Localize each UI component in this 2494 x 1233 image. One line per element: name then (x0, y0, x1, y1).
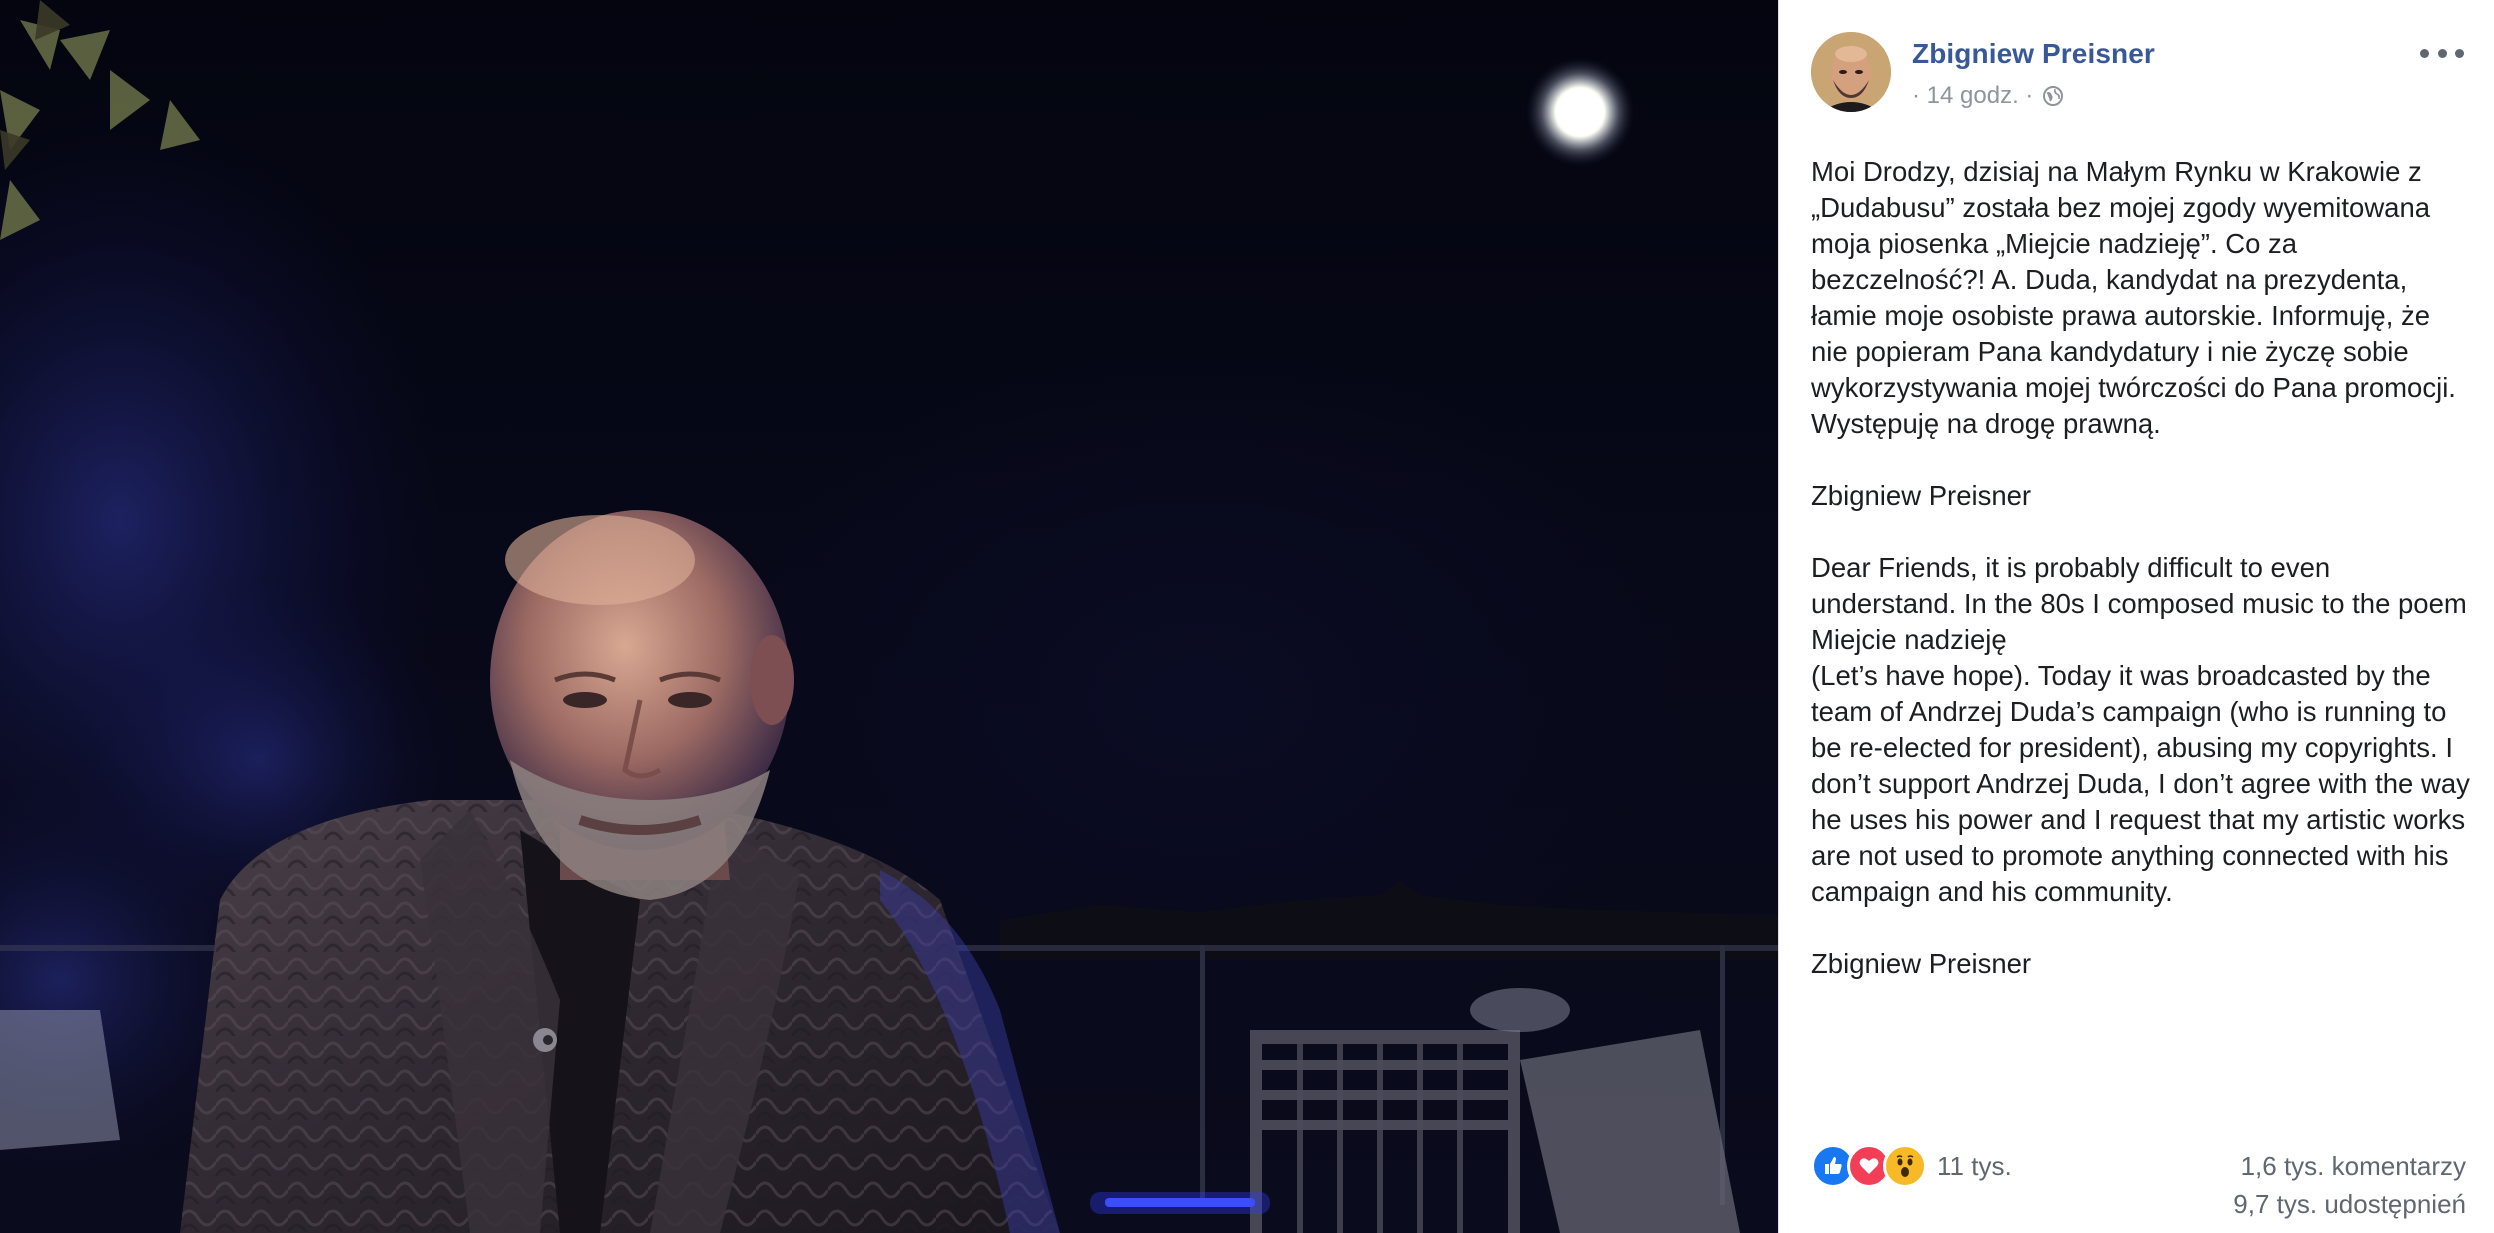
author-avatar[interactable] (1811, 32, 1891, 112)
avatar-image (1811, 32, 1891, 112)
post-panel: Zbigniew Preisner · 14 godz. · Moi Drodz… (1778, 0, 2494, 1233)
shares-count-link[interactable]: 9,7 tys. udostępnień (2233, 1189, 2466, 1220)
post-signature-pl: Zbigniew Preisner (1811, 480, 2032, 511)
author-name-link[interactable]: Zbigniew Preisner (1912, 38, 2155, 70)
reactions-summary[interactable]: 11 tys. (1811, 1144, 2012, 1188)
post-paragraph-en: Dear Friends, it is probably difficult t… (1811, 552, 2470, 907)
wow-icon (1883, 1144, 1927, 1188)
post-paragraph-pl: Moi Drodzy, dzisiaj na Małym Rynku w Kra… (1811, 156, 2456, 439)
comments-count-link[interactable]: 1,6 tys. komentarzy (2241, 1151, 2466, 1182)
globe-icon[interactable] (2041, 84, 2065, 108)
post-timestamp[interactable]: · 14 godz. · (1912, 82, 2033, 110)
more-options-icon[interactable] (2420, 38, 2464, 68)
post-meta: · 14 godz. · (1912, 82, 2065, 110)
post-photo[interactable] (0, 0, 1778, 1233)
reaction-count: 11 tys. (1937, 1150, 2012, 1181)
post-body: Moi Drodzy, dzisiaj na Małym Rynku w Kra… (1811, 154, 2471, 982)
post-signature-en: Zbigniew Preisner (1811, 948, 2032, 979)
night-portrait-image (0, 0, 1778, 1233)
